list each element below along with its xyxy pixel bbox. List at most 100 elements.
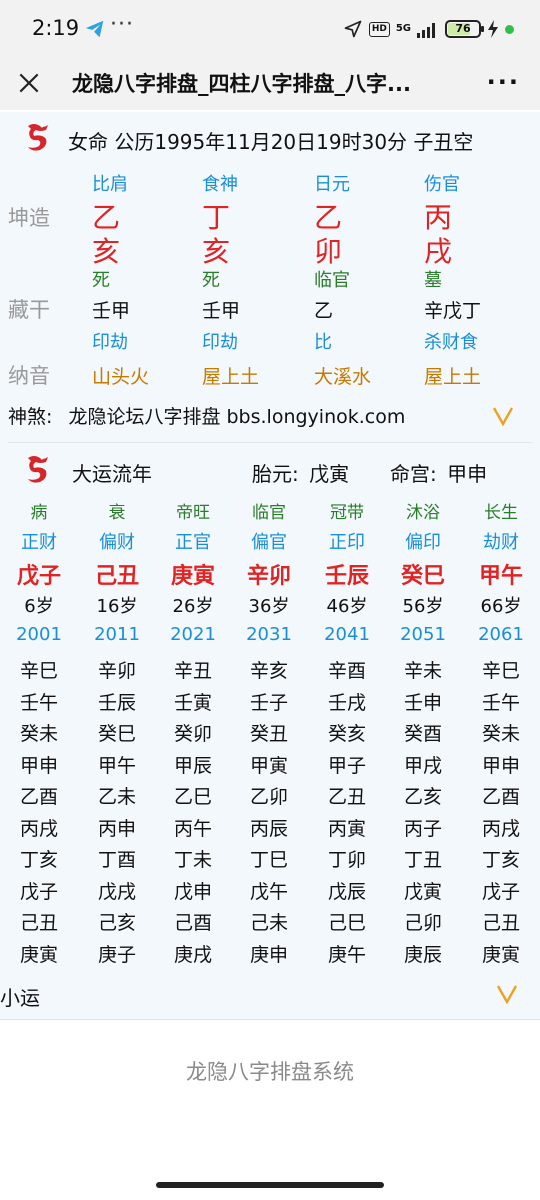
nayin-label: 纳音: [8, 364, 50, 388]
home-indicator[interactable]: [156, 1182, 384, 1188]
liunian-year: 壬子: [249, 691, 288, 714]
liunian-year: 癸丑: [249, 723, 288, 745]
liunian-year: 己丑: [19, 912, 58, 934]
liunian-year: 庚子: [97, 943, 136, 966]
dragon-logo-icon: [28, 456, 48, 483]
dayun-ganzhi: 辛卯: [246, 564, 291, 589]
dayun-stage: 冠带: [330, 503, 364, 523]
nayin-hour: 屋上土: [424, 366, 482, 388]
dayun-start-year: 2011: [94, 624, 140, 645]
liunian-year: 辛酉: [327, 660, 366, 682]
section-divider: [8, 442, 532, 443]
dayun-stage: 病: [30, 503, 48, 523]
liunian-year: 癸酉: [403, 723, 442, 745]
pillars-label: 坤造: [8, 206, 50, 230]
nayin-year: 山头火: [92, 366, 150, 388]
liunian-year: 辛未: [403, 660, 442, 682]
dayun-age: 16岁: [96, 596, 138, 617]
bazi-chart-card: 女命 公历1995年11月20日19时30分 子丑空 坤造 比肩 食神 日元 伤…: [0, 112, 540, 1020]
status-more-dots: ···: [110, 12, 134, 37]
liunian-year: 戊子: [19, 880, 58, 903]
nav-bar: 龙隐八字排盘_四柱八字排盘_八字... ···: [0, 58, 540, 110]
liunian-year: 乙卯: [249, 786, 288, 808]
chevron-down-icon[interactable]: [492, 406, 514, 426]
liunian-year: 庚寅: [19, 943, 58, 966]
shensha-text: 龙隐论坛八字排盘 bbs.longyinok.com: [68, 406, 406, 428]
pillar-branch-day: 卯: [314, 235, 343, 268]
status-icons: HD 5G 76: [343, 16, 514, 42]
liunian-year: 戊午: [249, 880, 288, 903]
liunian-year: 壬午: [481, 691, 520, 714]
hidden-stems-month: 壬甲: [202, 300, 241, 322]
liunian-year: 甲申: [481, 754, 520, 777]
nayin-day: 大溪水: [314, 366, 372, 388]
minggong-value: 甲申: [447, 462, 488, 486]
liunian-year: 癸亥: [327, 723, 366, 745]
signal-icon: [417, 23, 435, 38]
liunian-year: 己未: [249, 912, 288, 934]
pillar-branch-year: 亥: [92, 235, 121, 268]
liunian-year: 丁亥: [481, 849, 520, 871]
liunian-year: 庚申: [249, 943, 288, 966]
pillar-god-day: 日元: [314, 174, 350, 195]
dayun-start-year: 2051: [400, 624, 446, 645]
liunian-year: 辛亥: [249, 660, 288, 682]
liunian-year: 乙巳: [173, 786, 212, 808]
chevron-down-icon[interactable]: [496, 984, 518, 1004]
taiyuan-value: 戊寅: [309, 462, 350, 486]
dayun-age: 66岁: [480, 596, 522, 617]
dayun-start-year: 2031: [246, 624, 292, 645]
dayun-ganzhi: 戊子: [16, 564, 61, 589]
hd-badge: HD: [368, 21, 390, 37]
liunian-year: 丙戌: [19, 817, 58, 840]
liunian-year: 甲申: [19, 754, 58, 777]
liunian-year: 癸未: [19, 723, 58, 745]
liunian-year: 丁卯: [327, 849, 366, 871]
pillar-branch-month: 亥: [202, 235, 231, 268]
hidden-stems-day: 乙: [314, 300, 334, 322]
dayun-start-year: 2041: [324, 624, 370, 645]
dayun-start-year: 2001: [16, 624, 62, 645]
liunian-year: 丙寅: [327, 817, 366, 840]
header-info: 女命 公历1995年11月20日19时30分 子丑空: [68, 126, 473, 155]
telegram-icon: [85, 20, 104, 38]
dayun-start-year: 2061: [478, 624, 524, 645]
more-icon[interactable]: ···: [487, 68, 520, 96]
dayun-ganzhi: 甲午: [478, 564, 523, 589]
dayun-stage: 临官: [252, 503, 286, 523]
shensha-row: 神煞: 龙隐论坛八字排盘 bbs.longyinok.com: [8, 402, 405, 429]
hidden-stems-year: 壬甲: [92, 300, 131, 322]
hidden-gods-day: 比: [314, 332, 332, 353]
liunian-year: 甲寅: [249, 754, 288, 777]
battery-level: 76: [455, 22, 471, 35]
footer-text: 龙隐八字排盘系统: [186, 1060, 354, 1084]
liunian-year: 乙未: [97, 786, 136, 808]
liunian-year: 己卯: [403, 912, 442, 934]
liunian-year: 壬戌: [327, 691, 366, 714]
liunian-year: 丙辰: [249, 817, 288, 840]
dayun-age: 46岁: [326, 596, 368, 617]
pillar-god-hour: 伤官: [424, 174, 460, 195]
pillar-god-year: 比肩: [92, 174, 128, 195]
liunian-year: 丙戌: [481, 817, 520, 840]
status-bar: 2:19 ··· HD 5G 76: [0, 0, 540, 58]
liunian-year: 乙亥: [403, 786, 442, 808]
kong-wang: 子丑空: [413, 130, 474, 154]
privacy-dot-icon: [505, 24, 514, 34]
liunian-year: 乙丑: [327, 786, 366, 808]
liunian-year: 丁未: [173, 849, 212, 871]
liunian-year: 癸巳: [97, 723, 136, 745]
page-title: 龙隐八字排盘_四柱八字排盘_八字...: [72, 72, 411, 96]
dayun-age: 26岁: [172, 596, 214, 617]
liunian-year: 癸未: [481, 723, 520, 745]
dayun-god: 劫财: [483, 532, 519, 553]
dayun-god: 正印: [329, 532, 365, 553]
liunian-year: 戊子: [481, 880, 520, 903]
liunian-year: 甲子: [327, 754, 366, 777]
close-icon[interactable]: [16, 70, 42, 96]
liunian-year: 庚午: [327, 943, 366, 966]
liunian-year: 丙子: [403, 817, 442, 840]
pillar-branch-hour: 戌: [424, 235, 453, 268]
network-label: 5G: [395, 23, 411, 34]
hidden-gods-year: 印劫: [92, 332, 128, 353]
